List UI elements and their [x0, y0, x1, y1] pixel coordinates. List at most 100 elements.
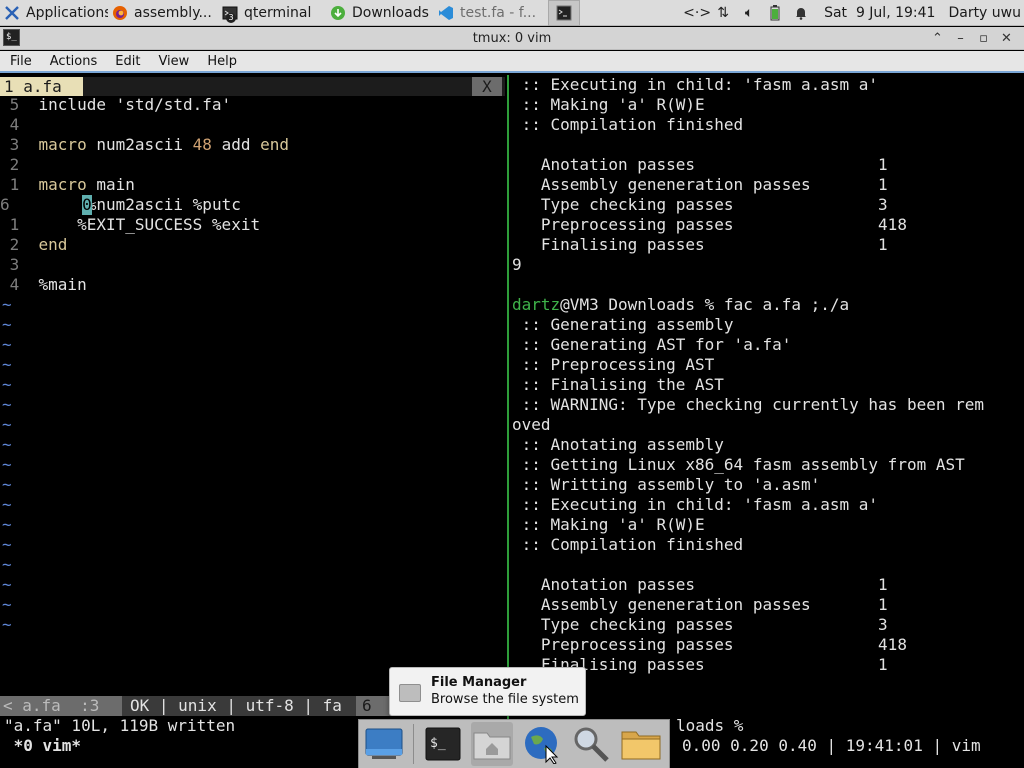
battery-icon[interactable]: [764, 0, 786, 26]
shell-output-line: :: Executing in child: 'fasm a.asm a': [512, 75, 879, 94]
terminal-window-icon[interactable]: $_: [3, 29, 20, 46]
vim-code-line[interactable]: 3 macro num2ascii 48 add end: [0, 135, 289, 155]
file-manager-tooltip: File Manager Browse the file system: [389, 667, 586, 716]
close-icon[interactable]: ✕: [995, 31, 1018, 46]
task-firefox[interactable]: assembly...: [108, 0, 216, 26]
shell-output-line: :: Compilation finished: [512, 535, 744, 554]
vim-tilde-line: ~: [2, 515, 12, 534]
vim-line-number: 3: [0, 255, 39, 274]
task-terminal-active[interactable]: [548, 0, 580, 26]
user-name[interactable]: Darty uwu: [948, 5, 1021, 21]
vim-message: "a.fa" 10L, 119B written: [4, 716, 236, 735]
xfce-logo-icon: [4, 5, 20, 21]
vim-code-token: %EXIT_SUCCESS %exit: [38, 215, 261, 234]
task-label: test.fa - f...: [460, 4, 537, 21]
vim-code-token: macro: [38, 135, 87, 154]
vim-code-line[interactable]: 2: [0, 155, 39, 175]
vim-tilde-line: ~: [2, 555, 12, 574]
tooltip-description: Browse the file system: [431, 692, 579, 707]
task-downloads[interactable]: Downloads: [326, 0, 432, 26]
vim-line-number: 4: [0, 275, 39, 294]
prompt-user: dartz: [512, 295, 561, 314]
menu-help[interactable]: Help: [197, 54, 245, 69]
shell-output-line: :: WARNING: Type checking currently has …: [512, 395, 985, 414]
vim-tabline: [83, 77, 505, 96]
web-browser-icon[interactable]: [520, 722, 563, 766]
shell-output-line: Anotation passes 1: [512, 575, 888, 594]
shell-output-line: :: Making 'a' R(W)E: [512, 515, 705, 534]
vim-code-token: add: [211, 135, 261, 154]
menu-actions[interactable]: Actions: [40, 54, 106, 69]
shell-output-line: :: Generating AST for 'a.fa': [512, 335, 792, 354]
vim-code-token: include 'std/std.fa': [38, 95, 232, 114]
download-icon: [330, 5, 346, 21]
task-qterminal[interactable]: 3 qterminal: [218, 0, 324, 26]
applications-label: Applications: [26, 4, 108, 21]
vim-tilde-line: ~: [2, 435, 12, 454]
shell-output-line: oved: [512, 415, 551, 434]
vim-code-token: main: [86, 175, 135, 194]
notification-bell-icon[interactable]: [790, 0, 812, 26]
firefox-icon: [112, 5, 128, 21]
vim-line-number: 5: [0, 95, 39, 114]
task-label: assembly...: [134, 4, 212, 21]
tmux-window-list[interactable]: *0 vim*: [4, 736, 81, 756]
search-icon[interactable]: [570, 722, 613, 766]
vim-code-line[interactable]: 5 include 'std/std.fa': [0, 95, 232, 115]
menubar: File Actions Edit View Help: [0, 51, 1024, 73]
window-titlebar[interactable]: $_ tmux: 0 vim ⌃ – ▫ ✕: [0, 27, 1024, 50]
prompt-command: @VM3 Downloads % fac a.fa ;./a: [560, 295, 850, 314]
vim-tilde-line: ~: [2, 455, 12, 474]
dock-separator: [412, 724, 415, 764]
vim-code-line[interactable]: 2 end: [0, 235, 68, 255]
home-folder-icon[interactable]: [470, 722, 514, 766]
shell-output-line: :: Anotating assembly: [512, 435, 724, 454]
restore-icon[interactable]: ▫: [972, 31, 995, 46]
folder-icon[interactable]: [620, 722, 663, 766]
vim-code-line[interactable]: 1 macro main: [0, 175, 135, 195]
terminal-area[interactable]: 1 a.fa X 5 include 'std/std.fa' 4 3 macr…: [0, 75, 1024, 768]
shell-output-line: Assembly geneneration passes 1: [512, 595, 888, 614]
menu-edit[interactable]: Edit: [105, 54, 148, 69]
vim-code-line[interactable]: 1 %EXIT_SUCCESS %exit: [0, 215, 260, 235]
shell-output-line: Finalising passes 1: [512, 235, 888, 254]
network-icon[interactable]: <·>: [683, 0, 711, 26]
vim-line-number: 6: [0, 195, 49, 214]
shell-output-line: Preprocessing passes 418: [512, 215, 907, 234]
task-vscode[interactable]: test.fa - f...: [434, 0, 546, 26]
file-manager-icon: [399, 684, 421, 702]
vim-buffer-tab[interactable]: 1 a.fa: [0, 77, 83, 96]
shell-output-line: Anotation passes 1: [512, 155, 888, 174]
applications-menu[interactable]: Applications ≡: [0, 0, 108, 26]
menu-file[interactable]: File: [0, 54, 40, 69]
clock[interactable]: Sat 9 Jul, 19:41: [824, 5, 935, 21]
vim-code-line[interactable]: 3: [0, 255, 39, 275]
vim-line-number: 2: [0, 155, 39, 174]
system-tray: <·> ⇅ 🔈︎ Sat 9 Jul, 19:41 Darty uwu: [683, 0, 1024, 26]
vim-code-line[interactable]: 4 %main: [0, 275, 87, 295]
vim-status-info: OK | unix | utf-8 | fa: [130, 696, 342, 715]
task-label: Downloads: [352, 4, 429, 21]
vim-code-line[interactable]: 4: [0, 115, 39, 135]
volume-icon[interactable]: 🔈︎: [738, 0, 760, 26]
vim-tab-close-button[interactable]: X: [472, 77, 502, 96]
shell-output-line: :: Executing in child: 'fasm a.asm a': [512, 495, 879, 514]
vim-line-number: 2: [0, 235, 39, 254]
vim-tilde-line: ~: [2, 595, 12, 614]
minimize-icon[interactable]: –: [949, 31, 972, 46]
vim-status-file: < a.fa :3: [0, 696, 122, 716]
vim-code-token: %main: [38, 275, 87, 294]
vim-code-token: num2ascii: [86, 135, 193, 154]
maximize-up-icon[interactable]: ⌃: [926, 31, 949, 46]
pane-divider[interactable]: [507, 75, 509, 732]
menu-view[interactable]: View: [148, 54, 197, 69]
shell-output-line: :: Getting Linux x86_64 fasm assembly fr…: [512, 455, 965, 474]
show-desktop-icon[interactable]: [363, 722, 406, 766]
vim-code-line[interactable]: 6 %num2ascii %putc: [0, 195, 241, 215]
terminal-icon[interactable]: $_: [421, 722, 464, 766]
vim-line-number: 4: [0, 115, 39, 134]
shell-output-line: 9: [512, 255, 522, 274]
transfer-icon[interactable]: ⇅: [712, 0, 734, 26]
tmux-status-right: 0.00 0.20 0.40 | 19:41:01 | vim: [682, 736, 981, 755]
vim-tilde-line: ~: [2, 375, 12, 394]
